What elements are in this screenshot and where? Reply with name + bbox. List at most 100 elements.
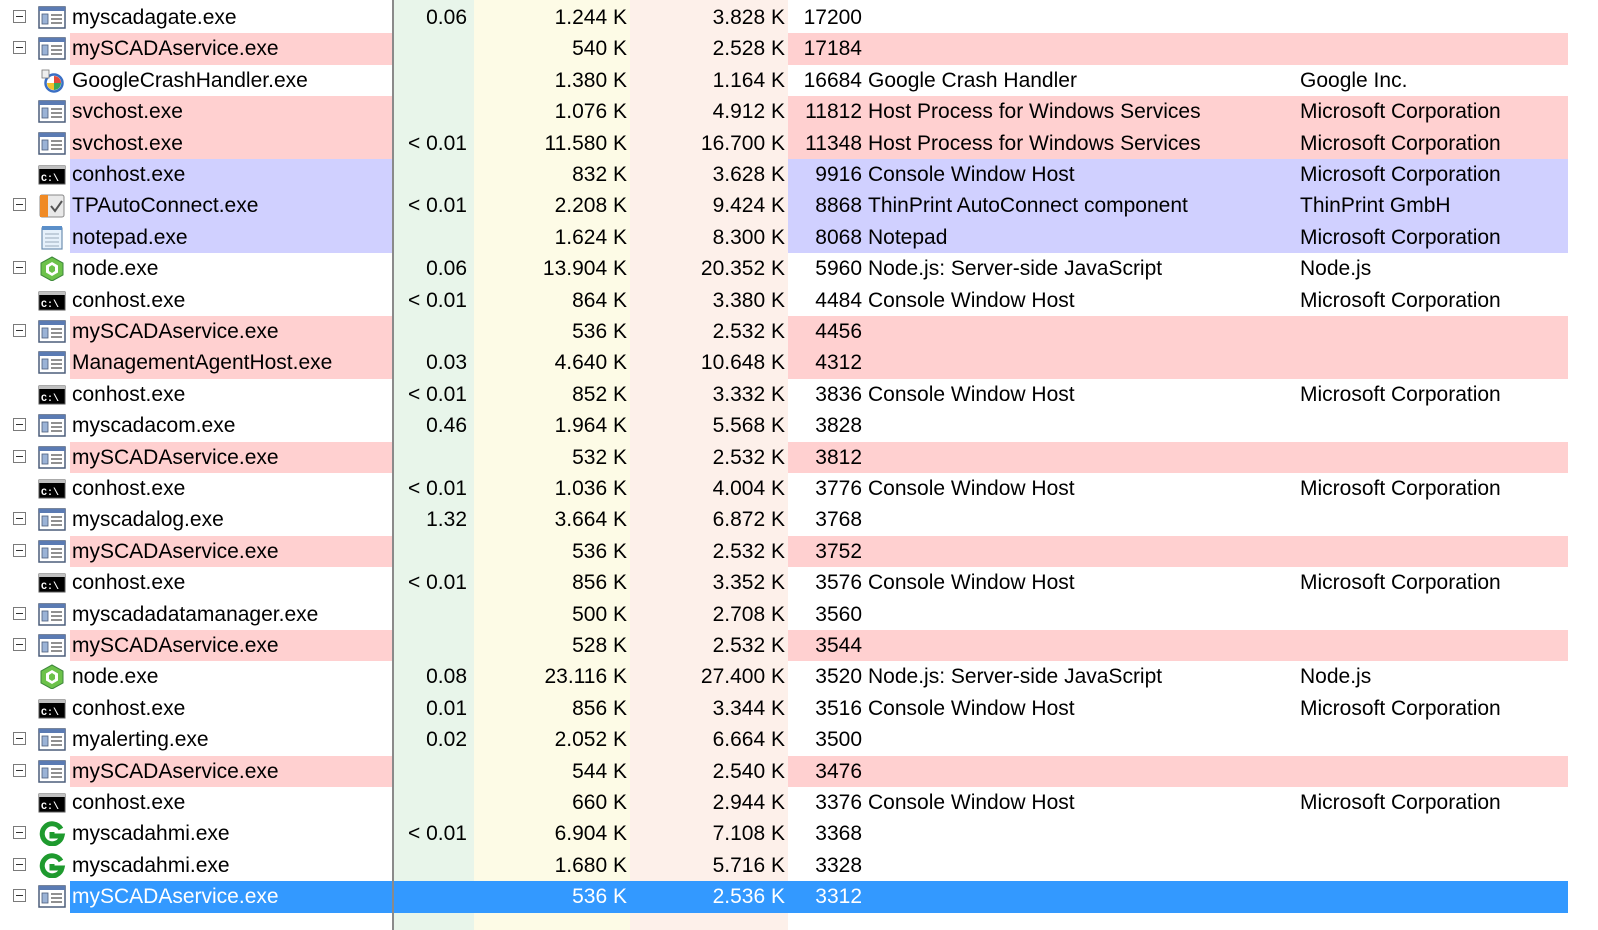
process-row[interactable]: mySCADAservice.exe 528 K 2.532 K 3544	[0, 630, 1568, 662]
row-highlight-rest	[788, 347, 1568, 379]
working-set-value: 16.700 K	[700, 131, 785, 155]
company-value: Google Inc.	[1300, 68, 1408, 92]
process-row[interactable]: C:\ conhost.exe 0.01 856 K 3.344 K 3516 Consol…	[0, 693, 1568, 724]
pid-value: 3812	[815, 445, 862, 469]
process-name: conhost.exe	[72, 571, 186, 595]
nodejs-icon	[38, 256, 66, 282]
process-row[interactable]: C:\ conhost.exe < 0.01 1.036 K 4.004 K 3776 Co…	[0, 473, 1568, 504]
collapse-toggle-icon[interactable]	[13, 512, 26, 526]
name-column-separator[interactable]	[392, 0, 394, 930]
working-set-value: 10.648 K	[700, 351, 785, 375]
collapse-toggle-icon[interactable]	[13, 826, 26, 840]
process-name: TPAutoConnect.exe	[72, 194, 259, 218]
process-name: mySCADAservice.exe	[72, 634, 279, 657]
private-bytes-value: 23.116 K	[544, 665, 627, 689]
process-name: conhost.exe	[72, 696, 186, 720]
collapse-toggle-icon[interactable]	[13, 638, 26, 651]
process-row[interactable]: mySCADAservice.exe 536 K 2.536 K 3312	[0, 881, 1568, 913]
process-row[interactable]: C:\ conhost.exe < 0.01 864 K 3.380 K 4484 Cons…	[0, 285, 1568, 316]
app-window-icon	[38, 5, 66, 30]
process-list[interactable]: myscadagate.exe 0.06 1.244 K 3.828 K 17200 my…	[0, 0, 1568, 930]
process-row[interactable]: mySCADAservice.exe 544 K 2.540 K 3476	[0, 755, 1568, 787]
process-row[interactable]: mySCADAservice.exe 540 K 2.528 K 17184	[0, 33, 1568, 65]
row-highlight-rest	[788, 755, 1568, 787]
collapse-toggle-icon[interactable]	[13, 418, 26, 432]
notepad-icon	[38, 225, 66, 250]
company-value: Microsoft Corporation	[1300, 477, 1501, 500]
pid-value: 9916	[815, 163, 862, 186]
app-window-icon	[38, 539, 66, 564]
private-bytes-value: 1.680 K	[554, 853, 627, 877]
thinprint-icon	[38, 193, 66, 218]
process-row[interactable]: notepad.exe 1.624 K 8.300 K 8068 Notepad Micr…	[0, 221, 1568, 254]
company-value: Microsoft Corporation	[1300, 100, 1501, 124]
collapse-toggle-icon[interactable]	[13, 41, 26, 55]
process-row[interactable]: myscadadatamanager.exe 500 K 2.708 K 3560	[0, 599, 1568, 630]
console-icon: C:\	[38, 790, 66, 815]
process-row[interactable]: node.exe 0.06 13.904 K 20.352 K 5960 Node.js:…	[0, 253, 1568, 284]
process-row[interactable]: myscadacom.exe 0.46 1.964 K 5.568 K 3828	[0, 410, 1568, 441]
process-row[interactable]: C:\ conhost.exe 660 K 2.944 K 3376 Console Wi…	[0, 787, 1568, 818]
cpu-value: 0.08	[426, 665, 467, 689]
company-value: Microsoft Corporation	[1300, 225, 1501, 249]
process-name: conhost.exe	[72, 288, 186, 312]
working-set-value: 2.532 K	[712, 445, 785, 469]
process-name: svchost.exe	[72, 100, 183, 124]
private-bytes-value: 528 K	[572, 634, 627, 657]
collapse-toggle-icon[interactable]	[13, 10, 26, 23]
process-row[interactable]: C:\ conhost.exe 832 K 3.628 K 9916 Console Wi…	[0, 159, 1568, 191]
process-name: mySCADAservice.exe	[72, 885, 279, 909]
pid-value: 4484	[815, 288, 862, 312]
description-value: Console Window Host	[868, 382, 1075, 406]
private-bytes-value: 544 K	[572, 759, 627, 783]
private-bytes-value: 832 K	[572, 163, 627, 186]
process-row[interactable]: myscadagate.exe 0.06 1.244 K 3.828 K 17200	[0, 2, 1568, 33]
process-row[interactable]: node.exe 0.08 23.116 K 27.400 K 3520 Node.js:…	[0, 661, 1568, 692]
private-bytes-value: 1.964 K	[554, 414, 627, 438]
collapse-toggle-icon[interactable]	[13, 543, 26, 557]
pid-value: 3776	[815, 477, 862, 500]
process-row[interactable]: svchost.exe 1.076 K 4.912 K 11812 Host Proce…	[0, 96, 1568, 128]
private-bytes-value: 2.208 K	[554, 194, 627, 218]
private-bytes-value: 856 K	[572, 696, 627, 720]
process-row[interactable]: mySCADAservice.exe 536 K 2.532 K 3752	[0, 535, 1568, 568]
process-name: myscadacom.exe	[72, 414, 236, 438]
description-value: Google Crash Handler	[868, 68, 1077, 92]
collapse-toggle-icon[interactable]	[13, 449, 26, 463]
process-row[interactable]: svchost.exe < 0.01 11.580 K 16.700 K 11348 Ho…	[0, 127, 1568, 159]
pid-value: 3328	[815, 853, 862, 877]
process-row[interactable]: GoogleCrashHandler.exe 1.380 K 1.164 K 1668…	[0, 65, 1568, 96]
collapse-toggle-icon[interactable]	[13, 857, 26, 871]
process-row[interactable]: mySCADAservice.exe 536 K 2.532 K 4456	[0, 316, 1568, 348]
collapse-toggle-icon[interactable]	[13, 732, 26, 746]
console-icon: C:\	[38, 382, 66, 407]
private-bytes-value: 660 K	[572, 791, 627, 814]
description-value: Console Window Host	[868, 791, 1075, 814]
process-row[interactable]: myscadahmi.exe 1.680 K 5.716 K 3328	[0, 850, 1568, 881]
process-row[interactable]: mySCADAservice.exe 532 K 2.532 K 3812	[0, 441, 1568, 473]
collapse-toggle-icon[interactable]	[13, 198, 26, 212]
collapse-toggle-icon[interactable]	[13, 889, 26, 903]
private-bytes-value: 3.664 K	[554, 508, 627, 532]
process-row[interactable]: myalerting.exe 0.02 2.052 K 6.664 K 3500	[0, 724, 1568, 755]
process-row[interactable]: C:\ conhost.exe < 0.01 852 K 3.332 K 3836 Cons…	[0, 379, 1568, 410]
process-row[interactable]: C:\ conhost.exe < 0.01 856 K 3.352 K 3576 Cons…	[0, 567, 1568, 598]
cpu-value: < 0.01	[408, 382, 467, 406]
description-value: Console Window Host	[868, 696, 1075, 720]
collapse-toggle-icon[interactable]	[13, 763, 26, 777]
process-row[interactable]: ManagementAgentHost.exe 0.03 4.640 K 10.648…	[0, 347, 1568, 379]
description-value: Console Window Host	[868, 163, 1075, 186]
collapse-toggle-icon[interactable]	[13, 324, 26, 337]
app-window-icon	[38, 350, 66, 375]
row-highlight-rest	[788, 630, 1568, 662]
process-name: GoogleCrashHandler.exe	[72, 68, 308, 92]
pid-value: 3520	[815, 665, 862, 689]
collapse-toggle-icon[interactable]	[13, 261, 26, 275]
process-row[interactable]: TPAutoConnect.exe < 0.01 2.208 K 9.424 K 886…	[0, 190, 1568, 222]
collapse-toggle-icon[interactable]	[13, 606, 26, 620]
process-name: mySCADAservice.exe	[72, 445, 279, 469]
private-bytes-value: 1.076 K	[554, 100, 627, 124]
process-row[interactable]: myscadalog.exe 1.32 3.664 K 6.872 K 3768	[0, 504, 1568, 535]
pid-value: 17184	[803, 37, 862, 61]
process-row[interactable]: myscadahmi.exe < 0.01 6.904 K 7.108 K 3368	[0, 818, 1568, 849]
